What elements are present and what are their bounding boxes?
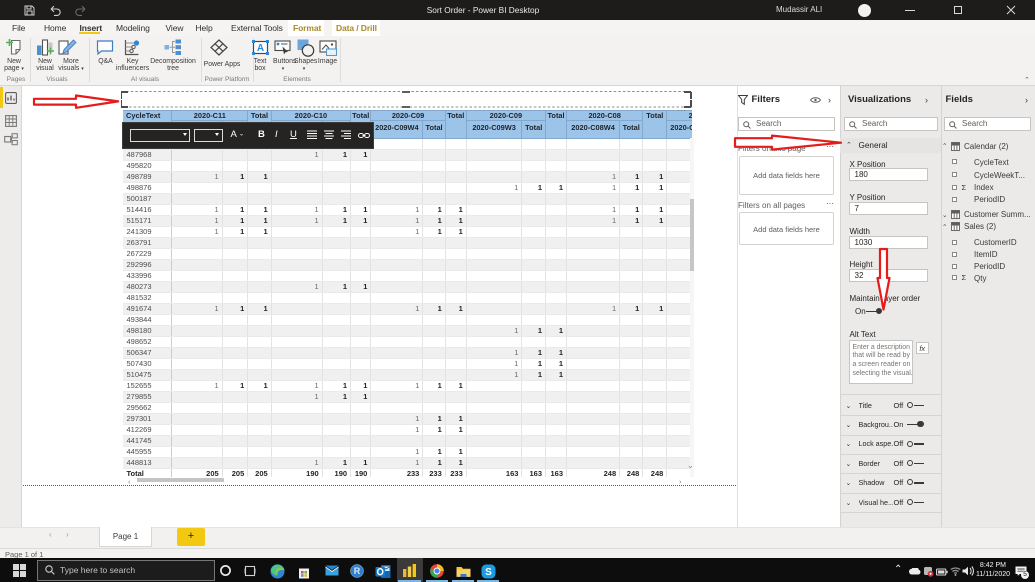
svg-text:R: R — [354, 566, 361, 576]
svg-text:A: A — [256, 43, 263, 54]
svg-text:S: S — [485, 567, 492, 578]
